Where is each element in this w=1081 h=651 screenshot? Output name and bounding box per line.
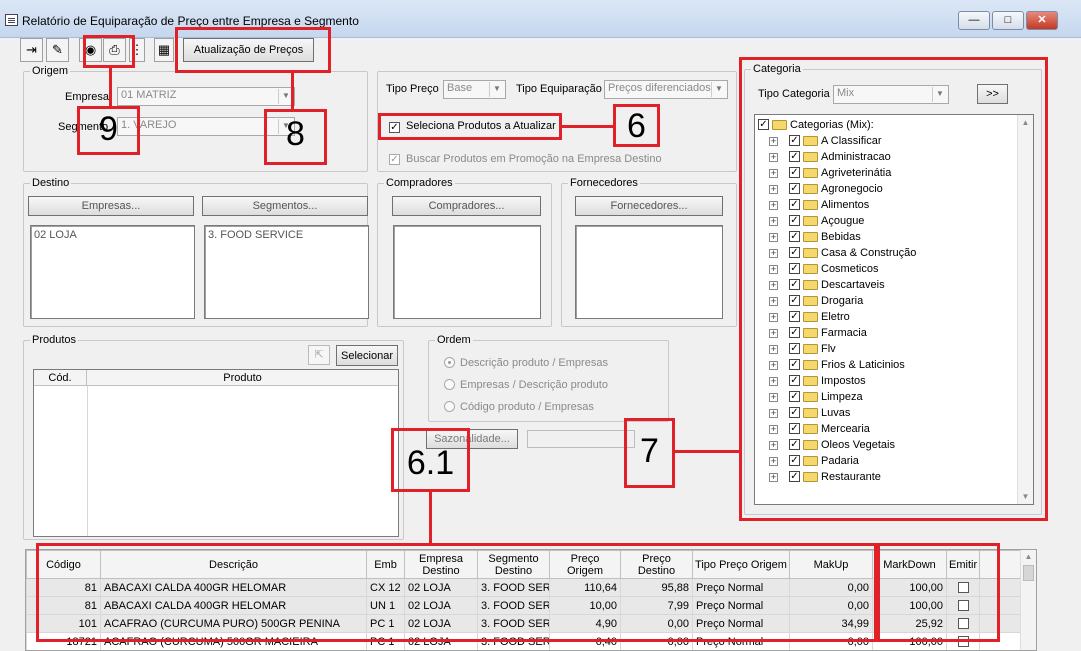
ordem-label: Ordem xyxy=(435,334,473,346)
annotation-line xyxy=(562,125,615,128)
compradores-label: Compradores xyxy=(384,177,455,189)
produtos-list[interactable]: Cód. Produto xyxy=(33,369,399,537)
list-item[interactable]: 02 LOJA xyxy=(34,229,191,241)
tree-layout-icon[interactable]: ▦ xyxy=(154,38,174,62)
empresas-destino-list[interactable]: 02 LOJA xyxy=(30,225,195,319)
annotation-number-9: 9 xyxy=(99,110,118,148)
fornecedores-label: Fornecedores xyxy=(568,177,640,189)
produtos-label: Produtos xyxy=(30,334,79,346)
annotation-line xyxy=(675,450,739,453)
window-icon xyxy=(5,14,18,26)
list-item[interactable]: 3. FOOD SERVICE xyxy=(208,229,365,241)
annotation-box-8 xyxy=(175,27,331,73)
tipo-equiparacao-value: Preços diferenciados xyxy=(608,82,711,94)
annotation-line xyxy=(109,68,112,108)
annotation-box-7 xyxy=(739,57,1048,521)
ordem-option-label: Código produto / Empresas xyxy=(460,401,594,413)
ordem-option-radio[interactable] xyxy=(444,379,455,390)
fornecedores-list[interactable] xyxy=(575,225,723,319)
selecionar-button[interactable]: Selecionar xyxy=(336,345,398,366)
tipo-preco-label: Tipo Preço xyxy=(386,83,439,95)
annotation-number-7: 7 xyxy=(640,432,659,470)
annotation-box-9 xyxy=(83,35,135,68)
maximize-button[interactable]: □ xyxy=(992,11,1024,30)
tipo-equiparacao-combo[interactable]: Preços diferenciados ▼ xyxy=(604,80,728,99)
annotation-number-6-1: 6.1 xyxy=(406,444,455,482)
tipo-preco-value: Base xyxy=(447,82,473,94)
sazonalidade-field[interactable] xyxy=(527,430,635,448)
ordem-option-radio[interactable] xyxy=(444,401,455,412)
annotation-box-6-1 xyxy=(36,543,877,642)
grid-scrollbar[interactable]: ▲ xyxy=(1020,550,1036,650)
buscar-promocao-checkbox[interactable]: ✓ xyxy=(389,154,400,165)
annotation-line xyxy=(429,492,432,544)
annotation-number-8: 8 xyxy=(286,115,305,153)
col-cod-header[interactable]: Cód. xyxy=(34,370,87,386)
compradores-button[interactable]: Compradores... xyxy=(392,196,541,216)
window-title: Relatório de Equiparação de Preço entre … xyxy=(22,14,359,28)
annotation-number-6: 6 xyxy=(627,107,646,145)
empresas-button[interactable]: Empresas... xyxy=(28,196,194,216)
annotation-line xyxy=(291,73,294,111)
chevron-down-icon: ▼ xyxy=(489,82,504,97)
empresa-value: 01 MATRIZ xyxy=(121,89,177,101)
segmentos-destino-list[interactable]: 3. FOOD SERVICE xyxy=(204,225,369,319)
segmentos-button[interactable]: Segmentos... xyxy=(202,196,368,216)
ordem-option-label: Empresas / Descrição produto xyxy=(460,379,608,391)
origem-label: Origem xyxy=(30,65,71,77)
buscar-promocao-label: Buscar Produtos em Promoção na Empresa D… xyxy=(406,153,662,165)
annotation-box-6 xyxy=(378,113,562,140)
tipo-equiparacao-label: Tipo Equiparação xyxy=(516,83,602,95)
clear-selection-icon[interactable]: ⇱ xyxy=(308,345,330,365)
col-produto-header[interactable]: Produto xyxy=(87,370,398,386)
scroll-up-icon[interactable]: ▲ xyxy=(1021,552,1036,561)
close-button[interactable]: ✕ xyxy=(1026,11,1058,30)
column-divider xyxy=(87,386,88,536)
destino-label: Destino xyxy=(30,177,72,189)
ordem-option-radio[interactable] xyxy=(444,357,455,368)
empresa-combo[interactable]: 01 MATRIZ ▼ xyxy=(117,87,295,106)
ordem-option-label: Descrição produto / Empresas xyxy=(460,357,608,369)
fornecedores-button[interactable]: Fornecedores... xyxy=(575,196,723,216)
annotation-box-markdown xyxy=(877,543,1000,642)
scroll-thumb[interactable] xyxy=(1023,565,1034,581)
tipo-preco-combo[interactable]: Base ▼ xyxy=(443,80,506,99)
empresa-label: Empresa xyxy=(65,91,110,103)
eraser-icon[interactable]: ✎ xyxy=(46,38,69,62)
exit-icon[interactable]: ⇥ xyxy=(20,38,43,62)
chevron-down-icon: ▼ xyxy=(711,82,726,97)
minimize-button[interactable]: — xyxy=(958,11,990,30)
compradores-list[interactable] xyxy=(393,225,541,319)
